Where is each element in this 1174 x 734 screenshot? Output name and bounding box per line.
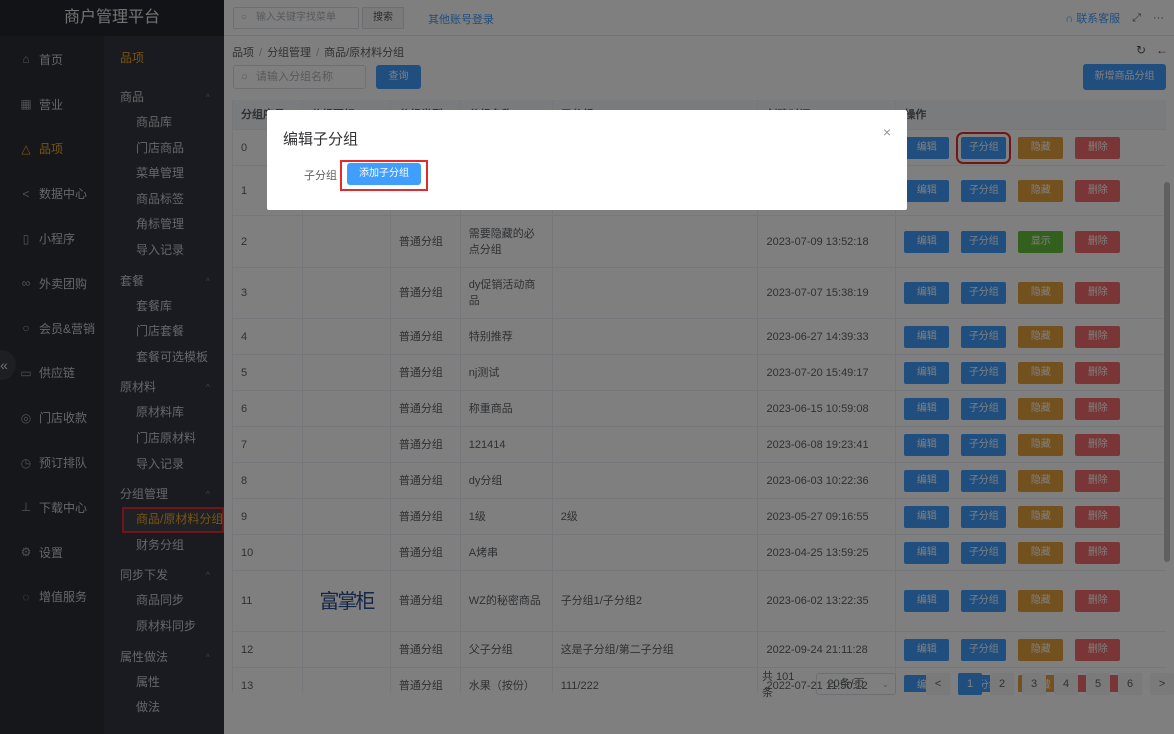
edit-subgroup-dialog: 编辑子分组 × 子分组 添加子分组 (267, 110, 907, 210)
add-subgroup-button[interactable]: 添加子分组 (347, 163, 421, 185)
subgroup-label: 子分组 (304, 170, 337, 182)
dialog-title: 编辑子分组 (283, 131, 359, 148)
close-icon[interactable]: × (883, 124, 891, 140)
